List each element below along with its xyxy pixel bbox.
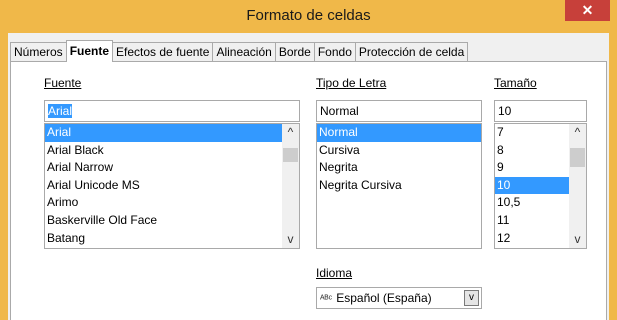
font-size-list[interactable]: 7 8 9 10 10,5 11 12 ^ v [494, 123, 587, 249]
scroll-up-icon[interactable]: ^ [569, 124, 586, 141]
scroll-up-icon[interactable]: ^ [282, 124, 299, 141]
style-list-item[interactable]: Normal [317, 124, 481, 142]
style-list-item[interactable]: Cursiva [317, 142, 481, 160]
font-list-item[interactable]: Arial [45, 124, 299, 142]
font-name-value: Arial [48, 104, 73, 118]
size-list-scrollbar[interactable]: ^ v [569, 124, 586, 248]
scroll-down-icon[interactable]: v [282, 231, 299, 248]
title-bar[interactable]: Formato de celdas ✕ [0, 0, 617, 33]
size-label: Tamaño [494, 76, 537, 90]
font-tab-panel: Fuente Arial Arial Arial Black Arial Nar… [10, 61, 607, 320]
font-list-item[interactable]: Arial Unicode MS [45, 177, 299, 195]
style-label: Tipo de Letra [316, 76, 387, 90]
scroll-down-icon[interactable]: v [569, 231, 586, 248]
dialog-client: Números Fuente Efectos de fuente Alineac… [8, 33, 609, 320]
font-list-item[interactable]: Arial Narrow [45, 159, 299, 177]
chevron-down-icon[interactable]: v [464, 290, 479, 306]
font-list-item[interactable]: Arimo [45, 194, 299, 212]
font-list-scrollbar[interactable]: ^ v [282, 124, 299, 248]
tab-numeros[interactable]: Números [10, 42, 67, 62]
tab-fondo[interactable]: Fondo [313, 42, 356, 62]
font-size-input[interactable]: 10 [494, 100, 587, 122]
style-list-item[interactable]: Negrita Cursiva [317, 177, 481, 195]
font-list[interactable]: Arial Arial Black Arial Narrow Arial Uni… [44, 123, 300, 249]
tab-strip: Números Fuente Efectos de fuente Alineac… [10, 40, 469, 62]
close-button[interactable]: ✕ [565, 0, 610, 21]
font-name-input[interactable]: Arial [44, 100, 300, 122]
font-style-list[interactable]: Normal Cursiva Negrita Negrita Cursiva [316, 123, 482, 249]
spellcheck-icon: ᴬᴮᶜ [320, 294, 333, 305]
font-list-item[interactable]: Batang [45, 230, 299, 248]
font-style-input[interactable]: Normal [316, 100, 482, 122]
tab-proteccion-de-celda[interactable]: Protección de celda [354, 42, 469, 62]
language-select[interactable]: ᴬᴮᶜ Español (España) v [316, 287, 482, 309]
tab-alineacion[interactable]: Alineación [212, 42, 276, 62]
language-value: Español (España) [336, 291, 432, 305]
scroll-thumb[interactable] [283, 148, 298, 162]
tab-efectos-de-fuente[interactable]: Efectos de fuente [112, 42, 214, 62]
tab-borde[interactable]: Borde [274, 42, 315, 62]
scroll-thumb[interactable] [570, 148, 585, 167]
font-list-item[interactable]: Arial Black [45, 142, 299, 160]
font-list-item[interactable]: Baskerville Old Face [45, 212, 299, 230]
tab-fuente[interactable]: Fuente [65, 40, 114, 62]
language-label: Idioma [316, 266, 353, 280]
close-icon: ✕ [581, 2, 594, 18]
font-label: Fuente [44, 76, 82, 90]
style-list-item[interactable]: Negrita [317, 159, 481, 177]
window-title: Formato de celdas [246, 7, 371, 24]
